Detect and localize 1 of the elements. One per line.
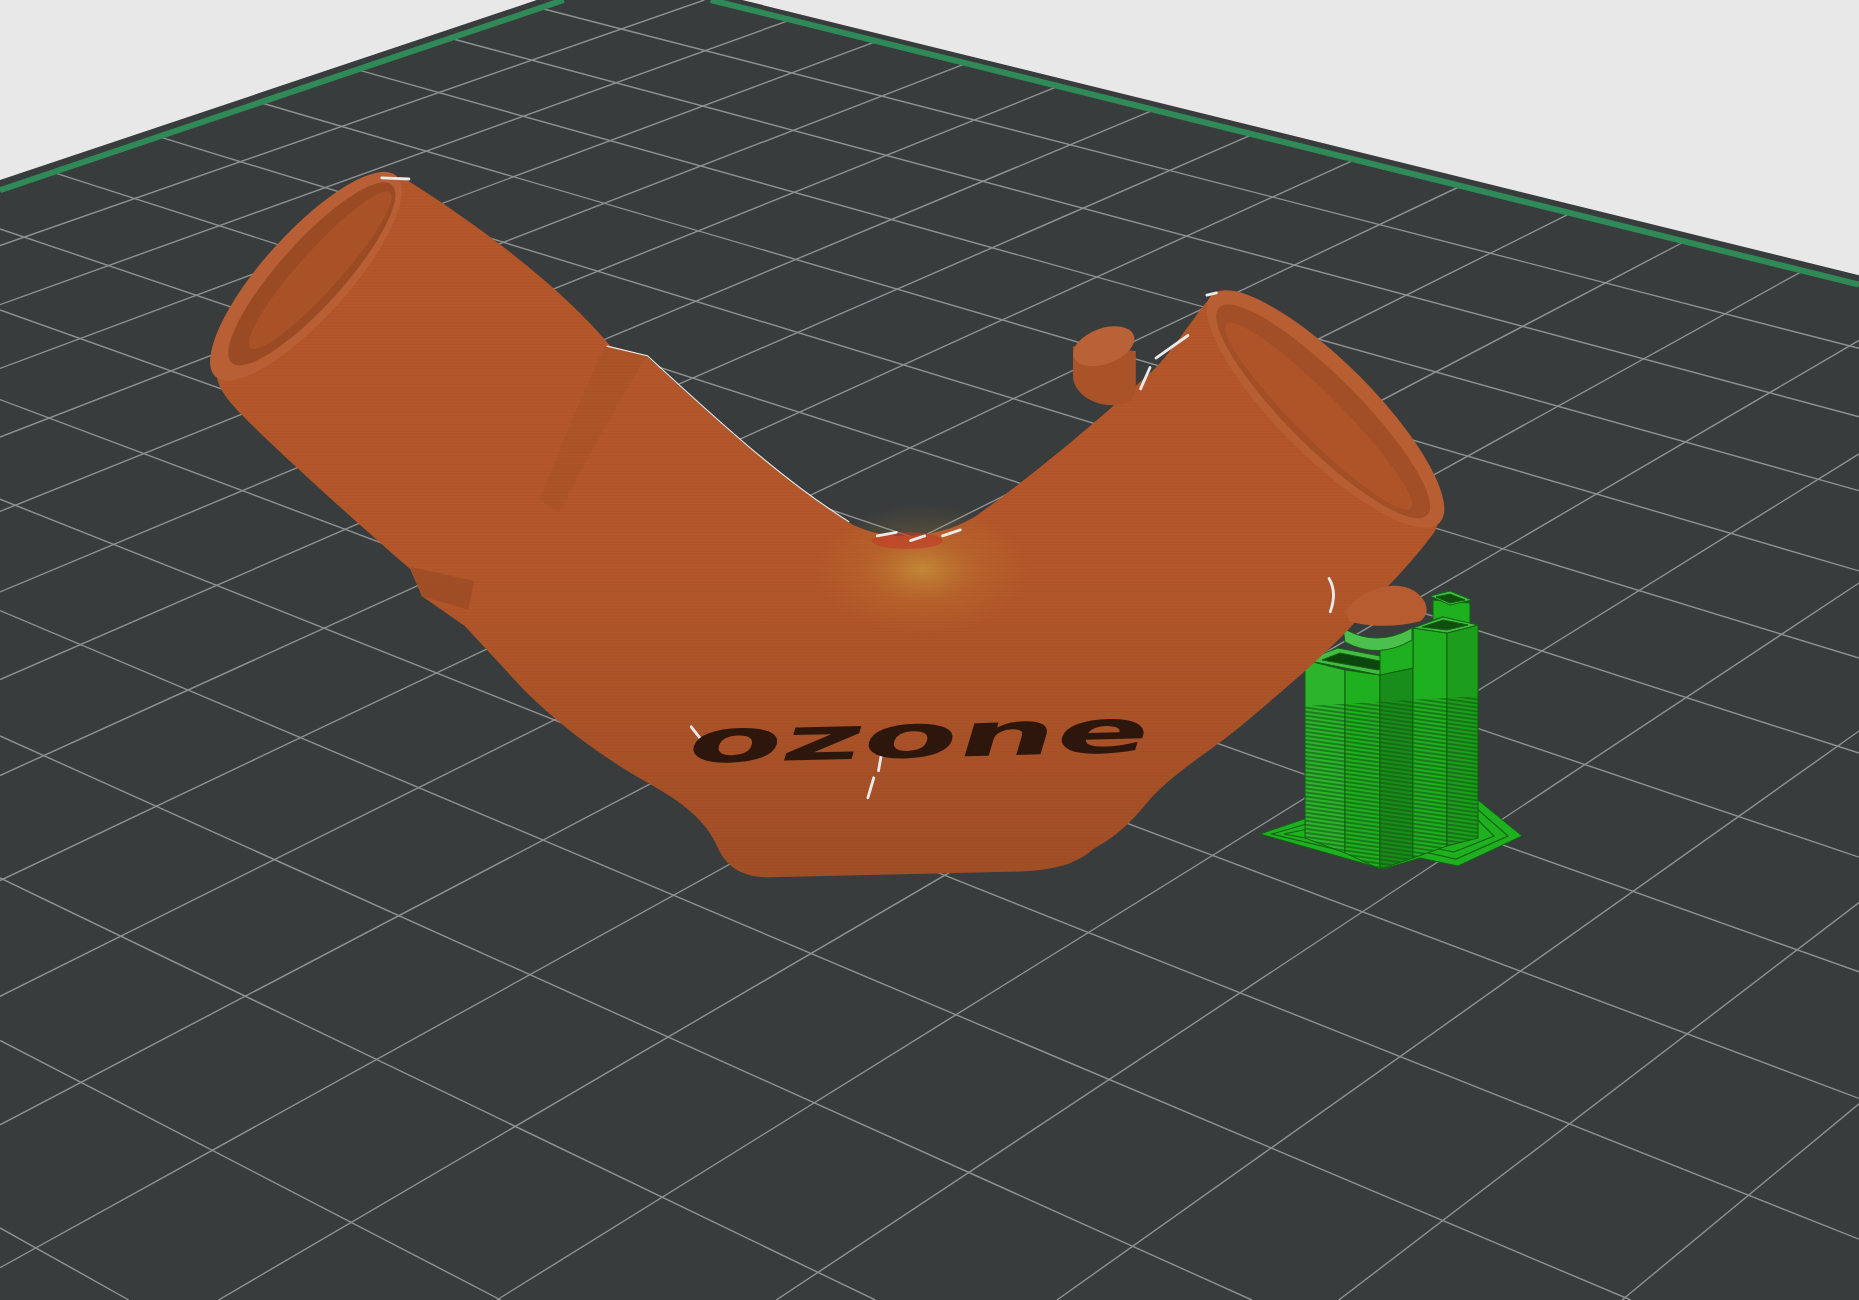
engraved-text: ozone xyxy=(678,695,1162,778)
